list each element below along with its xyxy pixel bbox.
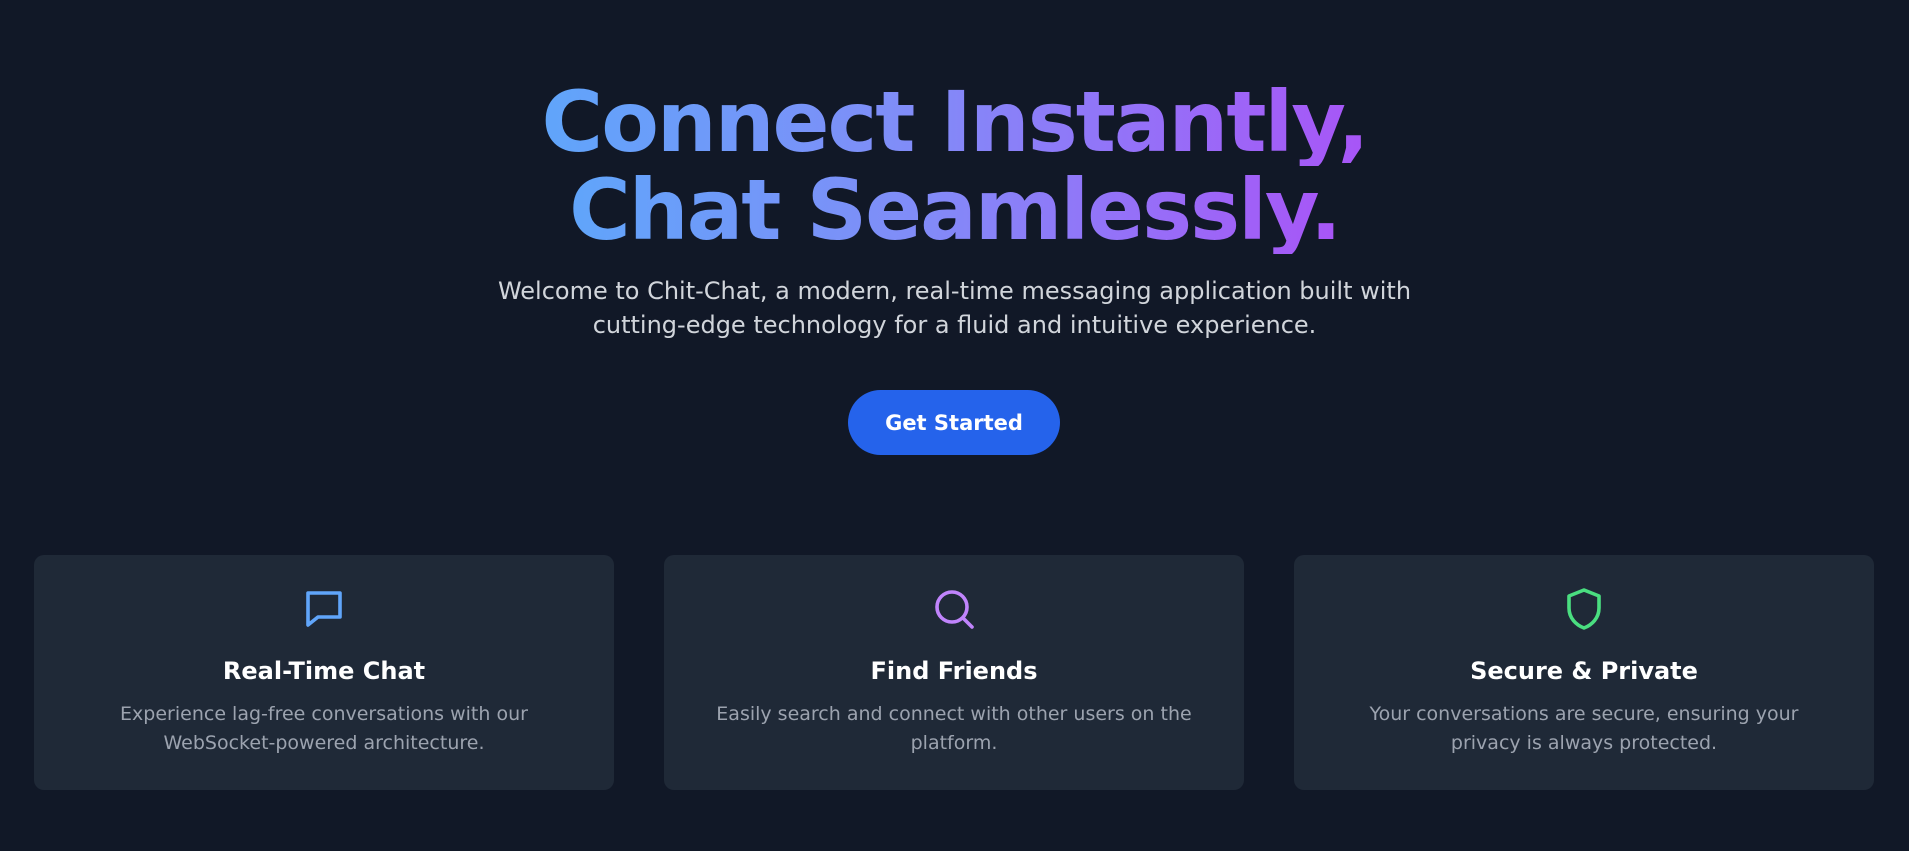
feature-card-find-friends: Find Friends Easily search and connect w… [664,555,1244,790]
hero-section: Connect Instantly, Chat Seamlessly. Welc… [0,78,1909,342]
hero-title-line-2: Chat Seamlessly. [569,161,1342,259]
get-started-button[interactable]: Get Started [848,390,1060,455]
feature-title: Find Friends [870,657,1038,685]
feature-title: Secure & Private [1470,657,1698,685]
feature-card-real-time-chat: Real-Time Chat Experience lag-free conve… [34,555,614,790]
hero-subtitle: Welcome to Chit-Chat, a modern, real-tim… [497,277,1412,339]
chat-bubble-icon [306,591,342,627]
feature-card-secure-private: Secure & Private Your conversations are … [1294,555,1874,790]
landing-page: Connect Instantly, Chat Seamlessly. Welc… [0,0,1909,851]
search-icon [935,590,974,629]
feature-description: Your conversations are secure, ensuring … [1369,703,1799,754]
feature-description: Experience lag-free conversations with o… [120,703,528,754]
shield-icon [1567,588,1601,630]
hero-title: Connect Instantly, Chat Seamlessly. [0,78,1909,254]
feature-title: Real-Time Chat [222,657,426,685]
hero-title-line-1: Connect Instantly, [541,73,1370,171]
features-section: Real-Time Chat Experience lag-free conve… [34,555,1874,790]
feature-description: Easily search and connect with other use… [716,703,1192,754]
